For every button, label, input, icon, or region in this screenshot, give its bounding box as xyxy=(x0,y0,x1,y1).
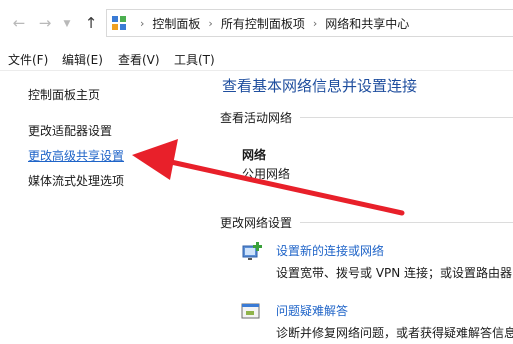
troubleshoot-desc: 诊断并修复网络问题，或者获得疑难解答信息 xyxy=(276,326,513,340)
left-pane: 控制面板主页 更改适配器设置 更改高级共享设置 媒体流式处理选项 xyxy=(0,71,210,344)
setup-connection-link[interactable]: 设置新的连接或网络 xyxy=(276,242,384,259)
section-divider xyxy=(300,117,513,118)
menu-edit[interactable]: 编辑(E) xyxy=(62,51,103,68)
sidebar-item-adapter-settings[interactable]: 更改适配器设置 xyxy=(28,122,112,139)
section-divider xyxy=(300,222,513,223)
active-networks-header: 查看活动网络 xyxy=(220,111,293,125)
change-settings-header: 更改网络设置 xyxy=(220,216,293,230)
control-panel-icon xyxy=(112,16,126,30)
page-title: 查看基本网络信息并设置连接 xyxy=(222,77,418,95)
breadcrumb: › 控制面板 › 所有控制面板项 › 网络和共享中心 xyxy=(132,9,409,37)
network-name: 网络 xyxy=(242,148,267,162)
forward-arrow-icon[interactable]: → xyxy=(36,14,54,32)
history-chevron-icon[interactable]: ▼ xyxy=(58,15,76,33)
menu-bar: 文件(F) 编辑(E) 查看(V) 工具(T) xyxy=(0,48,513,71)
troubleshoot-icon xyxy=(241,303,260,319)
setup-connection-desc: 设置宽带、拨号或 VPN 连接；或设置路由器 xyxy=(276,266,513,280)
breadcrumb-control-panel[interactable]: 控制面板 xyxy=(152,15,200,32)
new-connection-icon xyxy=(242,242,262,260)
up-arrow-icon[interactable]: ↑ xyxy=(82,14,100,32)
breadcrumb-sep[interactable]: › xyxy=(208,17,212,30)
sidebar-item-media-streaming[interactable]: 媒体流式处理选项 xyxy=(28,172,124,189)
menu-tools[interactable]: 工具(T) xyxy=(174,51,215,68)
menu-file[interactable]: 文件(F) xyxy=(8,51,48,68)
address-bar-area: ← → ▼ ↑ › 控制面板 › 所有控制面板项 › 网络和共享中心 xyxy=(0,0,513,46)
breadcrumb-network-center[interactable]: 网络和共享中心 xyxy=(325,15,409,32)
sidebar-item-advanced-sharing[interactable]: 更改高级共享设置 xyxy=(28,147,124,164)
breadcrumb-all-items[interactable]: 所有控制面板项 xyxy=(221,15,305,32)
main-content: 查看基本网络信息并设置连接 查看活动网络 网络 公用网络 更改网络设置 设置新的… xyxy=(210,71,513,344)
back-arrow-icon[interactable]: ← xyxy=(10,14,28,32)
network-type: 公用网络 xyxy=(242,167,291,181)
troubleshoot-link[interactable]: 问题疑难解答 xyxy=(276,302,348,319)
sidebar-home-link[interactable]: 控制面板主页 xyxy=(28,86,100,103)
breadcrumb-sep[interactable]: › xyxy=(140,17,144,30)
menu-view[interactable]: 查看(V) xyxy=(118,51,160,68)
breadcrumb-sep[interactable]: › xyxy=(313,17,317,30)
